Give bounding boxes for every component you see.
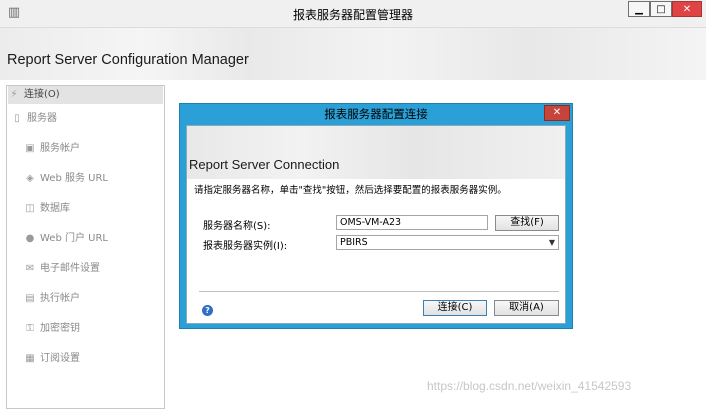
key-icon: ⚿ [26, 323, 34, 334]
sidebar-item-label: 服务器 [27, 113, 57, 124]
cancel-button[interactable]: 取消(A) [494, 300, 559, 316]
help-icon[interactable]: ? [202, 305, 213, 316]
sidebar-item-label: 订阅设置 [40, 353, 80, 364]
web-portal-icon: ● [25, 233, 35, 244]
sidebar-item-service-account[interactable]: ▣ 服务帐户 [24, 140, 80, 158]
find-button[interactable]: 查找(F) [495, 215, 559, 231]
dialog-header: Report Server Connection [187, 126, 565, 179]
server-name-label: 服务器名称(S): [203, 221, 271, 232]
sidebar-item-label: 服务帐户 [40, 143, 80, 154]
sidebar-item-connect[interactable]: ⚡ 连接(O) [8, 86, 163, 104]
app-header-title: Report Server Configuration Manager [7, 52, 249, 68]
sidebar-item-label: 加密密钥 [40, 323, 80, 334]
sidebar-item-email-settings[interactable]: ✉ 电子邮件设置 [24, 260, 100, 278]
sidebar-item-web-portal-url[interactable]: ● Web 门户 URL [24, 230, 108, 248]
subscription-icon: ▦ [25, 353, 35, 364]
sidebar-item-label: Web 服务 URL [40, 173, 108, 184]
maximize-button[interactable]: □ [650, 1, 672, 17]
window-title: 报表服务器配置管理器 [292, 8, 413, 22]
sidebar-item-server[interactable]: ▯ 服务器 [11, 110, 57, 128]
close-button[interactable]: ✕ [672, 1, 702, 17]
dialog-title: 报表服务器配置连接 [324, 107, 428, 121]
database-icon: ◫ [25, 203, 35, 214]
server-icon: ▯ [14, 113, 20, 124]
instance-label: 报表服务器实例(I): [203, 241, 288, 252]
dialog-header-title: Report Server Connection [189, 157, 340, 172]
sidebar-item-encryption-keys[interactable]: ⚿ 加密密钥 [24, 320, 80, 338]
sidebar-item-web-service-url[interactable]: ◈ Web 服务 URL [24, 170, 108, 188]
sidebar-item-execution-account[interactable]: ▤ 执行帐户 [24, 290, 80, 308]
sidebar: ⚡ 连接(O) ▯ 服务器 ▣ 服务帐户 ◈ Web 服务 URL ◫ 数据库 ● Web … [6, 85, 165, 409]
execution-account-icon: ▤ [25, 293, 35, 304]
connect-button[interactable]: 连接(C) [423, 300, 487, 316]
window-title-bar: ▥ 报表服务器配置管理器 ▁ □ ✕ [0, 0, 706, 28]
sidebar-item-label: 电子邮件设置 [40, 263, 100, 274]
dialog-close-button[interactable]: ✕ [544, 105, 570, 121]
sidebar-item-subscription-settings[interactable]: ▦ 订阅设置 [24, 350, 80, 368]
plug-icon: ⚡ [10, 89, 18, 100]
dialog-body: Report Server Connection 请指定服务器名称，单击"查找"… [186, 125, 566, 324]
instance-select[interactable]: PBIRS ▼ [336, 235, 559, 250]
server-name-input[interactable]: OMS-VM-A23 [336, 215, 488, 230]
app-header: Report Server Configuration Manager [0, 28, 706, 80]
sidebar-item-label: 连接(O) [24, 89, 60, 100]
sidebar-item-label: 执行帐户 [40, 293, 80, 304]
account-icon: ▣ [25, 143, 35, 154]
web-service-icon: ◈ [26, 173, 34, 184]
email-icon: ✉ [25, 263, 35, 274]
instance-select-value: PBIRS [340, 237, 368, 248]
sidebar-item-label: Web 门户 URL [40, 233, 108, 244]
connection-dialog: 报表服务器配置连接 ✕ Report Server Connection 请指定… [179, 103, 573, 329]
sidebar-item-database[interactable]: ◫ 数据库 [24, 200, 70, 218]
sidebar-item-label: 数据库 [40, 203, 70, 214]
minimize-button[interactable]: ▁ [628, 1, 650, 17]
dialog-instruction: 请指定服务器名称，单击"查找"按钮，然后选择要配置的报表服务器实例。 [194, 185, 507, 196]
watermark: https://blog.csdn.net/weixin_41542593 [427, 379, 632, 393]
dialog-divider [199, 291, 559, 292]
chevron-down-icon: ▼ [548, 238, 555, 247]
